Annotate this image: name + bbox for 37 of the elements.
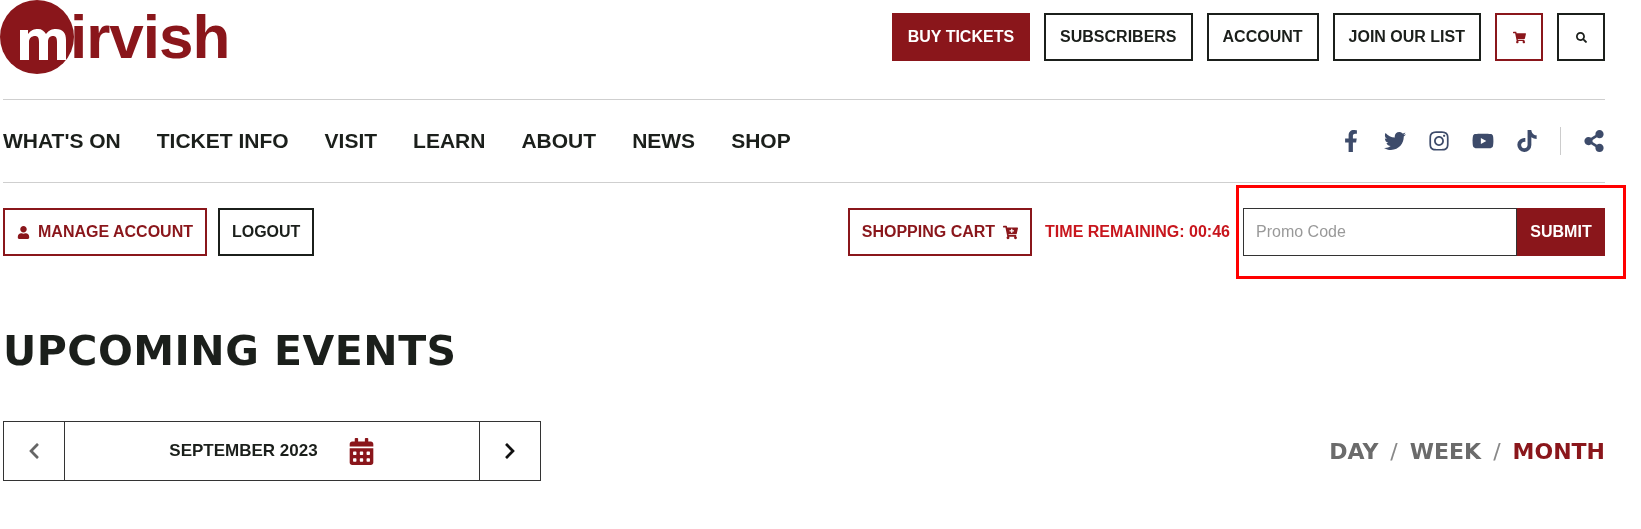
cart-icon: [1003, 224, 1019, 240]
nav-link[interactable]: WHAT'S ON: [3, 129, 121, 153]
time-remaining-text: TIME REMAINING: 00:46: [1045, 223, 1230, 241]
nav-link[interactable]: ABOUT: [521, 129, 597, 153]
twitter-icon[interactable]: [1384, 130, 1406, 152]
view-tab[interactable]: WEEK: [1409, 438, 1482, 464]
promo-code-field[interactable]: Promo Code: [1243, 208, 1517, 256]
search-icon: [1575, 31, 1587, 43]
tiktok-icon[interactable]: [1516, 130, 1538, 152]
cart-button[interactable]: [1495, 13, 1543, 61]
calendar-icon[interactable]: [347, 437, 375, 465]
logout-button[interactable]: LOGOUT: [217, 208, 315, 256]
submit-button[interactable]: SUBMIT: [1517, 208, 1605, 256]
view-separator: /: [1390, 438, 1398, 464]
buy-tickets-button[interactable]: BUY TICKETS: [891, 13, 1031, 61]
shopping-cart-button[interactable]: SHOPPING CART: [847, 208, 1033, 256]
logo-text[interactable]: irvish: [70, 6, 230, 68]
header-button[interactable]: ACCOUNT: [1206, 13, 1319, 61]
share-icon[interactable]: [1583, 130, 1605, 152]
search-button[interactable]: [1557, 13, 1605, 61]
user-icon: [17, 225, 30, 239]
view-tab[interactable]: DAY: [1329, 438, 1379, 464]
cart-icon: [1512, 30, 1526, 44]
page-heading: UPCOMING EVENTS: [3, 326, 458, 377]
nav-link[interactable]: NEWS: [632, 129, 696, 153]
nav-link[interactable]: VISIT: [324, 129, 378, 153]
logo-circle-icon: [0, 0, 74, 74]
header-button[interactable]: JOIN OUR LIST: [1332, 13, 1481, 61]
view-separator: /: [1493, 438, 1501, 464]
month-label: SEPTEMBER 2023: [169, 441, 318, 461]
instagram-icon[interactable]: [1428, 130, 1450, 152]
nav-link[interactable]: TICKET INFO: [156, 129, 289, 153]
manage-account-button[interactable]: MANAGE ACCOUNT: [3, 208, 207, 256]
header-button[interactable]: SUBSCRIBERS: [1044, 13, 1193, 61]
view-tab[interactable]: MONTH: [1512, 438, 1605, 464]
nav-link[interactable]: LEARN: [413, 129, 486, 153]
nav-link[interactable]: SHOP: [731, 129, 791, 153]
